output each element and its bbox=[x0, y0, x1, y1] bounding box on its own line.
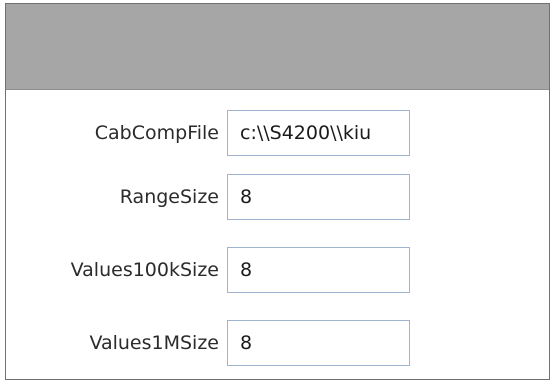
field-row-values1msize: Values1MSize 8 bbox=[6, 320, 549, 366]
values1msize-input[interactable]: 8 bbox=[227, 320, 410, 366]
rangesize-label: RangeSize bbox=[119, 186, 219, 208]
panel-header-bar bbox=[6, 4, 549, 90]
field-row-cabcompfile: CabCompFile c:\\S4200\\kiu bbox=[6, 110, 549, 156]
cabcompfile-label: CabCompFile bbox=[94, 122, 219, 144]
values100ksize-label: Values100kSize bbox=[70, 259, 219, 281]
field-row-rangesize: RangeSize 8 bbox=[6, 174, 549, 220]
field-row-values100ksize: Values100kSize 8 bbox=[6, 247, 549, 293]
rangesize-input[interactable]: 8 bbox=[227, 174, 410, 220]
cabcompfile-input[interactable]: c:\\S4200\\kiu bbox=[227, 110, 410, 156]
values1msize-label: Values1MSize bbox=[89, 332, 219, 354]
property-panel: CabCompFile c:\\S4200\\kiu RangeSize 8 V… bbox=[5, 3, 550, 380]
values100ksize-input[interactable]: 8 bbox=[227, 247, 410, 293]
